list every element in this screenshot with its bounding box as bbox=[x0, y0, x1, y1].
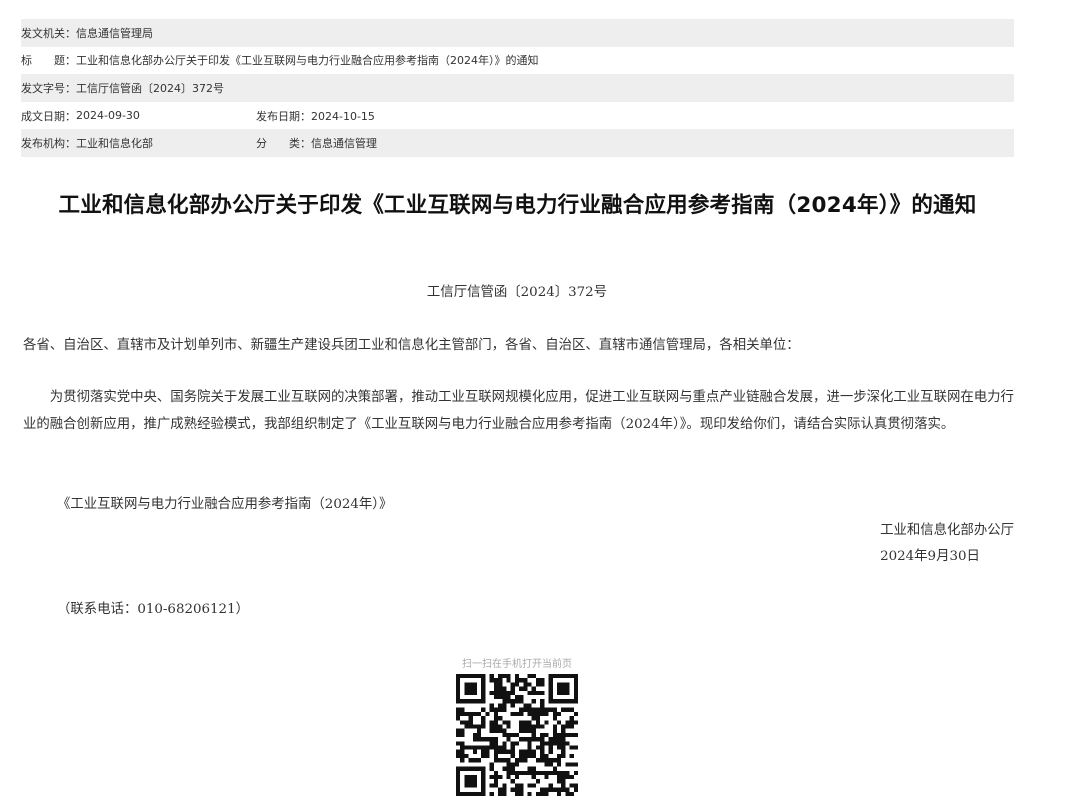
meta-published: 发布日期：2024-10-15 bbox=[256, 108, 375, 124]
attachment-link[interactable]: 《工业互联网与电力行业融合应用参考指南（2024年）》 bbox=[57, 492, 392, 518]
meta-label-org: 发布机构： bbox=[21, 137, 76, 151]
sign-date: 2024年9月30日 bbox=[880, 549, 980, 564]
meta-label-published: 发布日期： bbox=[256, 109, 311, 123]
document-metadata: 发文机关： 信息通信管理局 标 题： 工业和信息化部办公厅关于印发《工业互联网与… bbox=[21, 19, 1014, 157]
meta-row-org: 发布机构： 工业和信息化部 分 类：信息通信管理 bbox=[21, 129, 1014, 157]
meta-row-title: 标 题： 工业和信息化部办公厅关于印发《工业互联网与电力行业融合应用参考指南（2… bbox=[21, 47, 1014, 75]
meta-value-category: 信息通信管理 bbox=[311, 137, 377, 151]
meta-label-docno: 发文字号： bbox=[21, 81, 76, 95]
article-body-paragraph: 为贯彻落实党中央、国务院关于发展工业互联网的决策部署，推动工业互联网规模化应用，… bbox=[23, 390, 1014, 432]
meta-label-title: 标 题： bbox=[21, 54, 76, 68]
signer: 工业和信息化部办公厅 bbox=[880, 523, 1014, 538]
meta-row-dates: 成文日期： 2024-09-30 发布日期：2024-10-15 bbox=[21, 102, 1014, 130]
meta-row-issuer: 发文机关： 信息通信管理局 bbox=[21, 19, 1014, 47]
qr-label: 扫一扫在手机打开当前页 bbox=[462, 659, 572, 670]
qr-code-icon bbox=[456, 674, 578, 796]
article-doc-number: 工信厅信管函〔2024〕372号 bbox=[426, 285, 608, 300]
article-salutation: 各省、自治区、直辖市及计划单列市、新疆生产建设兵团工业和信息化主管部门，各省、自… bbox=[23, 338, 800, 353]
meta-value-published: 2024-10-15 bbox=[311, 109, 375, 123]
meta-value-created: 2024-09-30 bbox=[76, 109, 140, 123]
meta-value-title: 工业和信息化部办公厅关于印发《工业互联网与电力行业融合应用参考指南（2024年）… bbox=[76, 54, 539, 68]
meta-value-issuer: 信息通信管理局 bbox=[76, 26, 153, 40]
contact-phone: （联系电话：010-68206121） bbox=[57, 602, 249, 617]
meta-label-issuer: 发文机关： bbox=[21, 26, 76, 40]
meta-category: 分 类：信息通信管理 bbox=[256, 135, 377, 151]
meta-label-category: 分 类： bbox=[256, 137, 311, 151]
article-title: 工业和信息化部办公厅关于印发《工业互联网与电力行业融合应用参考指南（2024年）… bbox=[58, 193, 977, 218]
signature-block: 工业和信息化部办公厅 2024年9月30日 bbox=[880, 518, 1014, 570]
meta-label-created: 成文日期： bbox=[21, 109, 76, 123]
meta-value-org: 工业和信息化部 bbox=[76, 137, 153, 151]
meta-value-docno: 工信厅信管函〔2024〕372号 bbox=[76, 81, 224, 95]
meta-row-docno: 发文字号： 工信厅信管函〔2024〕372号 bbox=[21, 74, 1014, 102]
